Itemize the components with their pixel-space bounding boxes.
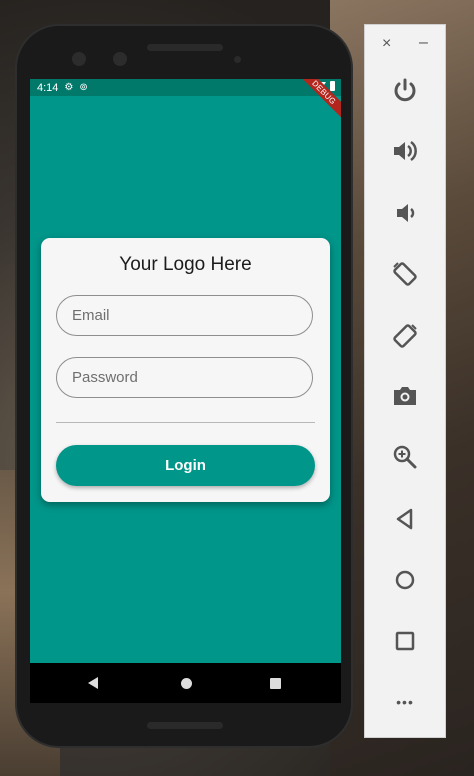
login-card: Your Logo Here Login <box>41 238 330 502</box>
rotate-right-icon[interactable] <box>388 319 422 353</box>
logo-text: Your Logo Here <box>119 254 252 275</box>
more-label: ••• <box>396 694 414 710</box>
power-icon[interactable] <box>388 73 422 107</box>
emulator-panel: × – ••• <box>364 24 446 738</box>
zoom-icon[interactable] <box>388 440 422 474</box>
status-bar: 4:14 ⚙ ⊚ <box>30 79 341 96</box>
nav-back-icon[interactable] <box>88 677 98 689</box>
volume-up-icon[interactable] <box>388 134 422 168</box>
email-field[interactable] <box>56 295 313 336</box>
device-screen: 4:14 ⚙ ⊚ DEBUG Your Logo Here Login <box>30 79 341 703</box>
home-icon[interactable] <box>388 563 422 597</box>
android-nav-bar <box>30 663 341 703</box>
login-button[interactable]: Login <box>56 445 315 486</box>
phone-camera <box>72 52 86 66</box>
password-field[interactable] <box>56 357 313 398</box>
nav-home-icon[interactable] <box>181 678 192 689</box>
settings-icon: ⚙ <box>64 82 74 93</box>
divider <box>56 422 315 423</box>
phone-speaker <box>147 44 223 51</box>
volume-down-icon[interactable] <box>388 196 422 230</box>
rotate-left-icon[interactable] <box>388 257 422 291</box>
close-icon[interactable]: × <box>382 35 391 53</box>
back-icon[interactable] <box>388 502 422 536</box>
status-time: 4:14 <box>37 81 59 94</box>
phone-proximity-sensor <box>234 56 241 63</box>
nav-recents-icon[interactable] <box>270 678 281 689</box>
minimize-icon[interactable]: – <box>419 34 428 52</box>
sync-icon: ⊚ <box>79 82 88 93</box>
battery-icon <box>330 81 335 91</box>
overview-icon[interactable] <box>388 624 422 658</box>
camera-icon[interactable] <box>388 379 422 413</box>
phone-sensor <box>113 52 127 66</box>
phone-bottom-speaker <box>147 722 223 729</box>
more-icon[interactable]: ••• <box>388 685 422 719</box>
